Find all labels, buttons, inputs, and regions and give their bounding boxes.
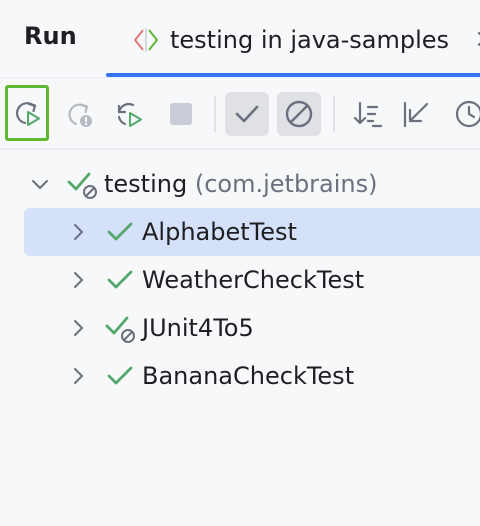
- passed-icon: [107, 270, 133, 289]
- rerun-failed-button[interactable]: [58, 86, 100, 142]
- toggle-auto-test-icon: [117, 102, 142, 127]
- show-duration-button[interactable]: [446, 86, 480, 142]
- rerun-failed-icon: [68, 103, 92, 127]
- tree-node-label: BananaCheckTest: [142, 362, 355, 390]
- toolbar-separator: [214, 96, 216, 132]
- run-configuration-tab[interactable]: testing in java-samples: [130, 20, 449, 60]
- tree-node[interactable]: WeatherCheckTest: [0, 256, 480, 304]
- sort-icon: [353, 101, 383, 128]
- tree-node[interactable]: JUnit4To5: [0, 304, 480, 352]
- divider: [0, 148, 480, 150]
- tab-label: testing in java-samples: [170, 26, 450, 54]
- chevron-right-icon[interactable]: [66, 316, 90, 340]
- test-diff-icon: [134, 28, 158, 52]
- collapse-button[interactable]: [396, 86, 438, 142]
- stop-button[interactable]: [160, 86, 202, 142]
- rerun-icon: [16, 102, 40, 126]
- run-toolbar: [0, 82, 480, 148]
- chevron-right-icon[interactable]: [66, 268, 90, 292]
- chevron-right-icon[interactable]: [66, 220, 90, 244]
- divider: [0, 77, 480, 78]
- tree-node[interactable]: AlphabetTest: [0, 208, 480, 256]
- rerun-button[interactable]: [5, 85, 49, 141]
- tree-node-label: AlphabetTest: [142, 218, 297, 246]
- show-passed-button[interactable]: [225, 92, 269, 136]
- tree-node[interactable]: BananaCheckTest: [0, 352, 480, 400]
- tree-node-label: WeatherCheckTest: [142, 266, 365, 294]
- tree-root-node[interactable]: testing (com.jetbrains): [0, 160, 480, 208]
- stop-icon: [170, 103, 192, 125]
- checkmark-icon: [235, 105, 259, 123]
- sort-button[interactable]: [346, 86, 388, 142]
- chevron-down-icon[interactable]: [28, 172, 52, 196]
- package-name: (com.jetbrains): [194, 170, 378, 198]
- clock-icon: [455, 100, 480, 128]
- toggle-auto-test-button[interactable]: [108, 86, 150, 142]
- passed-icon: [107, 222, 133, 241]
- passed-with-ignored-icon: [105, 316, 135, 343]
- run-tool-window-header: Run testing in java-samples ×: [0, 0, 480, 80]
- chevron-right-icon[interactable]: [66, 364, 90, 388]
- collapse-icon: [403, 101, 429, 128]
- close-tab-icon[interactable]: ×: [474, 24, 480, 54]
- tree-node-label: testing: [104, 170, 188, 198]
- ignored-icon: [285, 100, 313, 128]
- tree-node-label: JUnit4To5: [142, 314, 254, 342]
- show-ignored-button[interactable]: [277, 92, 321, 136]
- passed-icon: [107, 366, 133, 385]
- toolbar-separator: [333, 96, 335, 132]
- passed-with-ignored-icon: [67, 172, 97, 199]
- tool-window-title: Run: [24, 22, 77, 50]
